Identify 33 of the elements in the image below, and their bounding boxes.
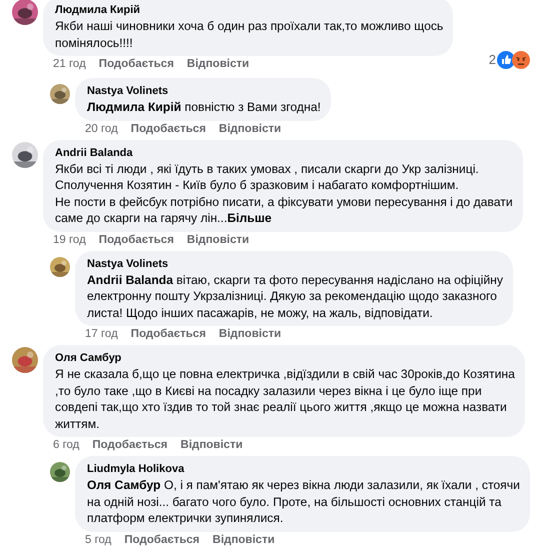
like-link[interactable]: Подобається [130, 122, 206, 136]
like-link[interactable]: Подобається [98, 57, 174, 71]
comment-text: Andrii Balanda вітаю, скарги та фото пересування надіслано на офіційну електронну пошту Укрзалізниці. Дякую за рекомендацію щодо заказного листа! Щодо інших пасажарів, не можу, на жаль, відповідати. [87, 272, 503, 321]
comment-text: Людмила Кирій повністю з Вами згодна! [87, 99, 321, 116]
reply-link[interactable]: Відповісти [186, 232, 250, 246]
timestamp[interactable]: 5 год [85, 532, 112, 546]
reply-link[interactable]: Відповісти [186, 57, 250, 71]
author-name[interactable]: Оля Самбур [55, 351, 122, 365]
comment-text: Якби наші чиновники хоча б один раз проїхали так,то можливо щось помінялось!!!! [55, 18, 444, 51]
author-name[interactable]: Andrii Balanda [55, 146, 133, 160]
author-name[interactable]: Nastya Volinets [87, 84, 168, 98]
author-name[interactable]: Liudmyla Holikova [87, 462, 184, 476]
angry-reaction-icon [512, 51, 530, 69]
like-link[interactable]: Подобається [98, 232, 174, 246]
reply-link[interactable]: Відповісти [218, 327, 282, 341]
like-link[interactable]: Подобається [124, 532, 200, 546]
author-name[interactable]: Nastya Volinets [87, 256, 168, 270]
author-name[interactable]: Людмила Кирій [55, 3, 140, 17]
comment-text: Я не сказала б,що це повна електричка ,відїздили в свій час 30років,до Козятина ,то було таке ,що в Києві на посадку залазили через вікна і це було іще при совдепі так,що хто їздив то той знає реалії цього життя ,якщо це можна назвати життям. [55, 366, 515, 432]
comment-text: Якби всі ті люди , які їдуть в таких умовах , писали скарги до Укр залізниці. Сполучення Козятин - Київ було б зразковим і набагато комфортнішим. Не пости в фейсбук потрібно писати, а фіксувати умови пересування і до давати саме до скарги на гарячу лін...Більше [55, 160, 513, 226]
timestamp[interactable]: 20 год [85, 122, 118, 136]
like-link[interactable]: Подобається [130, 327, 206, 341]
like-link[interactable]: Подобається [92, 438, 168, 452]
more-link[interactable]: Більше [227, 211, 272, 225]
timestamp[interactable]: 17 год [85, 327, 118, 341]
reply-link[interactable]: Відповісти [180, 438, 243, 452]
reply-link[interactable]: Відповісти [212, 532, 275, 546]
comment-text: Оля Самбур О, і я пам'ятаю як через вікна люди залазили, як їхали , стоячи на одній нозі... багато чого було. Проте, на більшості основних станцій та платформ електрички зупинялися. [87, 477, 520, 526]
reply-link[interactable]: Відповісти [218, 122, 282, 136]
reaction-count[interactable]: 2 [488, 53, 496, 67]
timestamp[interactable]: 21 год [53, 57, 86, 71]
timestamp[interactable]: 6 год [53, 438, 80, 452]
timestamp[interactable]: 19 год [53, 232, 86, 246]
